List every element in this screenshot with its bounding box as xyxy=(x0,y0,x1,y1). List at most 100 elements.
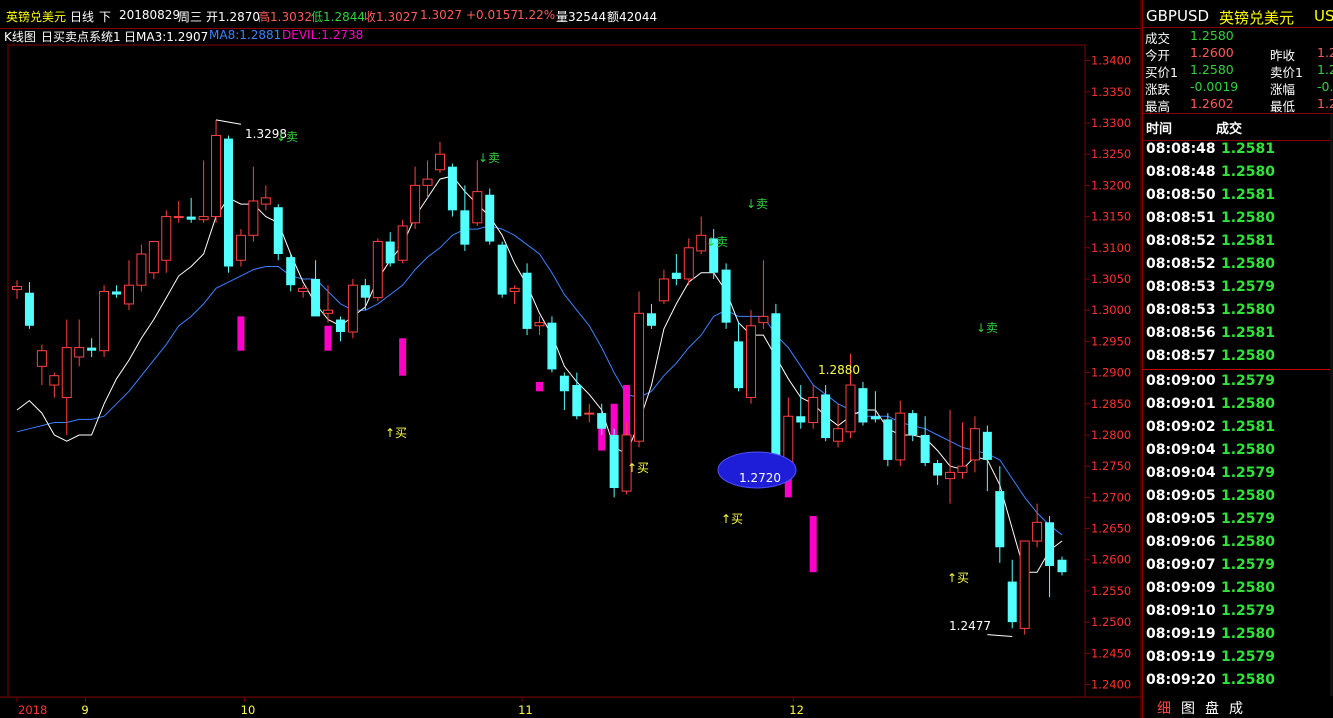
tick-row: 08:08:56 1.2581 xyxy=(1143,325,1333,348)
candle-body xyxy=(410,184,421,224)
candle-body xyxy=(148,241,159,274)
candle-body xyxy=(235,234,246,261)
candle-body xyxy=(833,428,844,442)
y-tick-label: 1.2450 xyxy=(1091,646,1131,660)
tick-time: 08:09:09 xyxy=(1146,580,1216,596)
tick-price: 1.2580 xyxy=(1221,488,1276,504)
candle xyxy=(559,372,569,410)
candle-body xyxy=(485,194,495,242)
side-tab[interactable]: 盘 xyxy=(1201,698,1223,718)
candle-body xyxy=(572,385,582,417)
y-tick-label: 1.2400 xyxy=(1091,678,1131,692)
candle-body xyxy=(808,397,819,423)
tick-row: 08:09:19 1.2579 xyxy=(1143,649,1333,672)
tick-time: 08:09:02 xyxy=(1146,419,1216,435)
candle xyxy=(1045,516,1055,598)
sell-signal: ↓卖 xyxy=(976,321,998,335)
candle-body xyxy=(870,416,880,420)
tick-time: 08:09:06 xyxy=(1146,534,1216,550)
candle xyxy=(808,385,819,429)
tick-price: 1.2581 xyxy=(1221,187,1276,203)
candle-body xyxy=(298,287,309,292)
tick-price: 1.2580 xyxy=(1221,210,1276,226)
candle xyxy=(995,466,1005,563)
candle-body xyxy=(186,216,196,220)
candle xyxy=(1032,503,1043,548)
tick-price: 1.2581 xyxy=(1221,233,1276,249)
candle xyxy=(372,238,383,301)
candle-body xyxy=(472,191,483,224)
tick-time: 08:09:10 xyxy=(1146,603,1216,619)
candle-body xyxy=(1057,559,1067,573)
tick-row: 08:09:01 1.2580 xyxy=(1143,396,1333,419)
tick-time: 08:09:05 xyxy=(1146,488,1216,504)
tick-price: 1.2579 xyxy=(1221,279,1276,295)
candle xyxy=(472,160,483,226)
tick-row: 08:09:06 1.2580 xyxy=(1143,534,1333,557)
candle-body xyxy=(734,341,744,389)
tick-row: 08:08:48 1.2580 xyxy=(1143,164,1333,187)
tick-header-price: 成交 xyxy=(1216,122,1243,137)
candle xyxy=(734,322,744,392)
candle xyxy=(497,241,507,298)
side-name-cut: US xyxy=(1314,7,1333,25)
candle-body xyxy=(61,347,72,399)
tick-time: 08:09:00 xyxy=(1146,373,1216,389)
side-tab[interactable]: 图 xyxy=(1177,698,1199,718)
buy-signal: ↑买 xyxy=(385,426,407,440)
candle-body xyxy=(161,216,172,261)
tick-price: 1.2580 xyxy=(1221,580,1276,596)
candle xyxy=(572,372,582,420)
candle-body xyxy=(771,313,781,460)
buy-signal: ↑买 xyxy=(627,461,649,475)
candle-body xyxy=(584,412,595,415)
tick-time: 08:09:04 xyxy=(1146,442,1216,458)
tick-price: 1.2581 xyxy=(1221,419,1276,435)
tick-time: 08:09:01 xyxy=(1146,396,1216,412)
side-tabs: 细图盘成 xyxy=(1143,696,1333,718)
candle xyxy=(347,278,358,339)
x-tick-label: 12 xyxy=(789,703,804,717)
quote-row: 最高 1.2602 最低 1.2 xyxy=(1143,96,1333,114)
candlestick-chart[interactable]: 1.32981.27201.28801.2477↓卖↓卖↓卖↓卖↓卖↑买↑买↑买… xyxy=(0,0,1142,718)
quote-value-2: 1.2 xyxy=(1317,45,1333,60)
candle xyxy=(1019,540,1030,635)
candle xyxy=(683,238,694,286)
y-tick-label: 1.2500 xyxy=(1091,615,1131,629)
candle-body xyxy=(1007,581,1017,623)
tick-time: 08:08:53 xyxy=(1146,302,1216,318)
candle-body xyxy=(123,284,134,305)
candle xyxy=(895,400,906,467)
tick-time: 08:08:56 xyxy=(1146,325,1216,341)
sell-signal: ↓卖 xyxy=(706,235,728,249)
candle-body xyxy=(634,312,645,442)
candle xyxy=(385,232,395,267)
mid-label: 1.2880 xyxy=(818,363,860,377)
side-symbol: GBPUSD xyxy=(1146,7,1210,25)
candle xyxy=(161,210,172,273)
candle-body xyxy=(397,225,408,261)
y-tick-label: 1.2600 xyxy=(1091,553,1131,567)
tick-price: 1.2579 xyxy=(1221,603,1276,619)
tick-price: 1.2579 xyxy=(1221,557,1276,573)
candle-body xyxy=(260,197,271,205)
quote-value-2: 1.2 xyxy=(1317,62,1333,77)
candle xyxy=(634,291,645,448)
tick-time: 08:08:57 xyxy=(1146,348,1216,364)
candle xyxy=(434,141,445,173)
tick-time: 08:08:52 xyxy=(1146,256,1216,272)
side-tab[interactable]: 成 xyxy=(1225,698,1247,718)
tick-row: 08:08:52 1.2581 xyxy=(1143,233,1333,256)
candle xyxy=(671,254,681,286)
tick-price: 1.2579 xyxy=(1221,373,1276,389)
candle-body xyxy=(385,241,395,264)
tick-price: 1.2580 xyxy=(1221,672,1276,688)
candle xyxy=(796,385,806,429)
candle xyxy=(273,204,283,261)
side-tab[interactable]: 细 xyxy=(1153,698,1175,718)
candle xyxy=(447,163,457,217)
candle-body xyxy=(522,272,532,329)
tick-price: 1.2580 xyxy=(1221,348,1276,364)
candle xyxy=(485,188,495,245)
candle-body xyxy=(323,309,334,314)
